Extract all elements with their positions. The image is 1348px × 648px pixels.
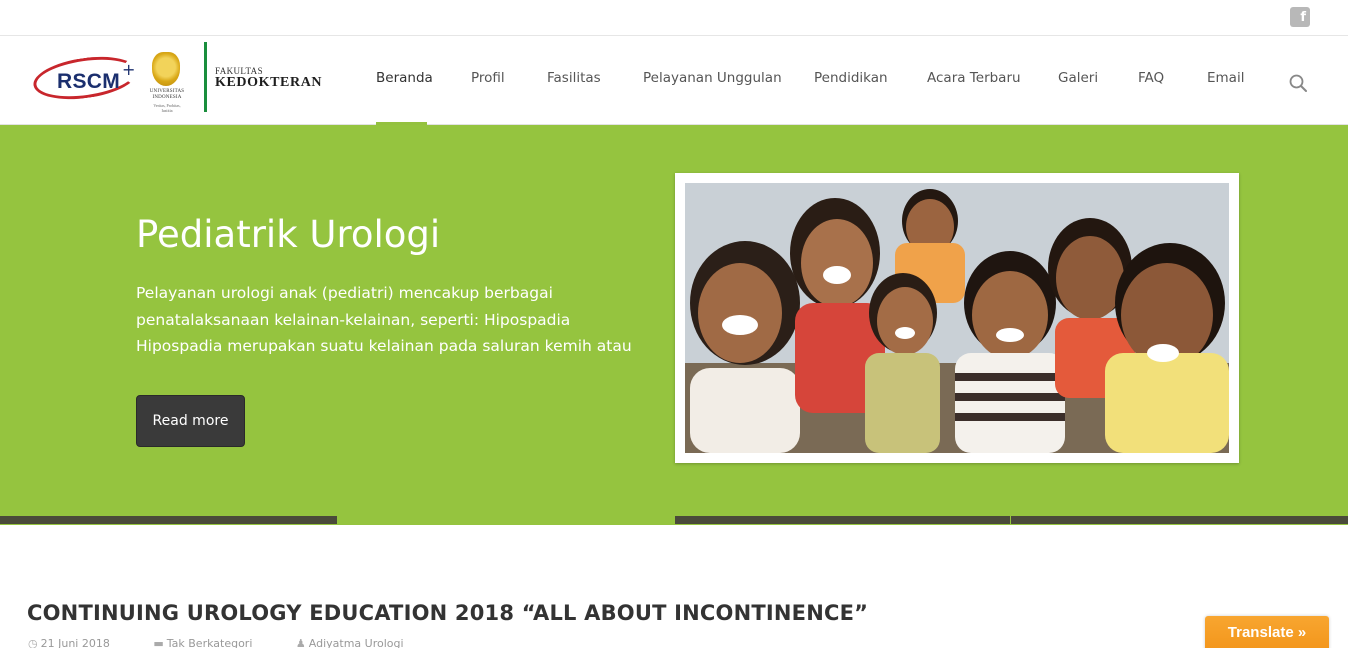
post-title[interactable]: CONTINUING UROLOGY EDUCATION 2018 “ALL A…: [27, 601, 868, 625]
hero-text-line: penatalaksanaan kelainan-kelainan, seper…: [136, 310, 571, 329]
site-logo[interactable]: RSCM + UNIVERSITAS INDONESIA Veritas, Pr…: [30, 42, 323, 118]
post-meta: ◷ 21 Juni 2018 ▬ Tak Berkategori ♟ Adiyatma…: [28, 637, 444, 648]
facebook-icon[interactable]: f: [1290, 7, 1310, 27]
search-icon[interactable]: [1289, 74, 1307, 92]
logo-divider: [204, 42, 207, 112]
ui-motto: Veritas, Probitas, Iustitia: [153, 103, 181, 113]
children-photo: [685, 183, 1229, 453]
folder-icon: ▬: [153, 637, 164, 648]
nav-item-pendidikan[interactable]: Pendidikan: [814, 70, 888, 86]
post-category[interactable]: ▬ Tak Berkategori: [153, 637, 272, 648]
hero-title: Pediatrik Urologi: [136, 213, 441, 256]
nav-item-pelayanan-unggulan[interactable]: Pelayanan Unggulan: [643, 70, 782, 86]
rscm-plus-icon: +: [122, 60, 136, 79]
nav-item-faq[interactable]: FAQ: [1138, 70, 1164, 86]
ui-name: UNIVERSITAS INDONESIA: [149, 89, 185, 100]
ui-emblem-icon: [152, 52, 180, 86]
nav-item-profil[interactable]: Profil: [471, 70, 505, 86]
post-category-text: Tak Berkategori: [166, 637, 253, 648]
hero-text-line: Pelayanan urologi anak (pediatri) mencak…: [136, 284, 553, 302]
top-bar: f: [0, 0, 1348, 36]
hero-slider: Pediatrik Urologi Pelayanan urologi anak…: [0, 125, 1348, 525]
slider-bar-2[interactable]: [337, 516, 675, 524]
post-author[interactable]: ♟ Adiyatma Urologi: [296, 637, 424, 648]
faculty-name: KEDOKTERAN: [215, 75, 323, 90]
hero-description: Pelayanan urologi anak (pediatri) mencak…: [136, 280, 632, 360]
rscm-logo-text: RSCM: [57, 70, 121, 93]
nav-item-beranda[interactable]: Beranda: [376, 70, 433, 86]
post-date-text: 21 Juni 2018: [40, 637, 110, 648]
hero-image: [685, 183, 1229, 453]
hero-image-frame: [675, 173, 1239, 463]
nav-item-email[interactable]: Email: [1207, 70, 1244, 86]
nav-item-fasilitas[interactable]: Fasilitas: [547, 70, 601, 86]
nav-item-galeri[interactable]: Galeri: [1058, 70, 1098, 86]
site-header: RSCM + UNIVERSITAS INDONESIA Veritas, Pr…: [0, 36, 1348, 125]
slider-pagination: [0, 516, 1348, 524]
read-more-button[interactable]: Read more: [136, 395, 245, 447]
slider-bar-1[interactable]: [0, 516, 337, 524]
nav-item-acara-terbaru[interactable]: Acara Terbaru: [927, 70, 1021, 86]
slider-bar-4[interactable]: [1011, 516, 1348, 524]
hero-text-line: Hipospadia merupakan suatu kelainan pada…: [136, 337, 632, 355]
user-icon: ♟: [295, 637, 306, 648]
post-date[interactable]: ◷ 21 Juni 2018: [28, 637, 130, 648]
post-author-text: Adiyatma Urologi: [308, 637, 404, 648]
translate-button[interactable]: Translate »: [1205, 616, 1329, 648]
slider-bar-3[interactable]: [675, 516, 1010, 524]
clock-icon: ◷: [28, 637, 38, 648]
